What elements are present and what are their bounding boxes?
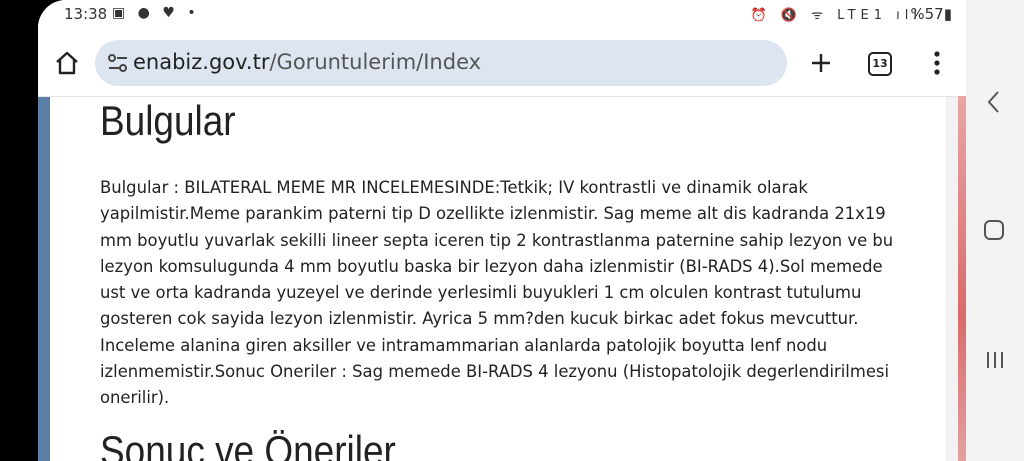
phone-screen: 13:38 ▣ ● ♥ • ⏰ 🔇 ᯤ LTE1 ıll %57▮ enabiz… [38,0,966,461]
url-path: /Goruntulerim/Index [269,50,482,74]
new-tab-icon[interactable] [806,48,836,78]
status-bar: 13:38 ▣ ● ♥ • ⏰ 🔇 ᯤ LTE1 ıll %57▮ [38,0,966,30]
page-content: Bulgular Bulgular : BILATERAL MEME MR IN… [38,97,966,461]
address-bar[interactable]: enabiz.gov.tr/Goruntulerim/Index [95,40,787,86]
tab-switcher-button[interactable]: 13 [868,52,892,76]
notification-icons: ▣ ● ♥ • [112,5,200,21]
browser-toolbar: enabiz.gov.tr/Goruntulerim/Index 13 [38,30,966,97]
navigation-bar [966,0,1024,461]
findings-text: Bulgular : BILATERAL MEME MR INCELEMESIN… [100,178,894,408]
report-card: Bulgular Bulgular : BILATERAL MEME MR IN… [50,97,946,461]
background-edge [958,96,966,461]
card-accent [38,97,50,461]
url-text[interactable]: enabiz.gov.tr/Goruntulerim/Index [133,50,481,74]
url-domain: enabiz.gov.tr [133,50,270,74]
home-icon[interactable] [52,48,82,78]
more-menu-icon[interactable] [922,48,952,78]
battery-indicator: %57▮ [910,5,952,23]
back-icon[interactable] [984,88,1004,116]
system-status-icons: ⏰ 🔇 ᯤ LTE1 ıll [750,8,922,23]
status-time: 13:38 [64,5,108,23]
site-settings-icon[interactable] [107,54,129,72]
findings-heading: Bulgular [100,97,236,144]
recent-apps-icon[interactable] [984,350,1006,370]
home-nav-icon[interactable] [984,220,1004,240]
conclusion-heading: Sonuc ve Öneriler [100,427,396,461]
